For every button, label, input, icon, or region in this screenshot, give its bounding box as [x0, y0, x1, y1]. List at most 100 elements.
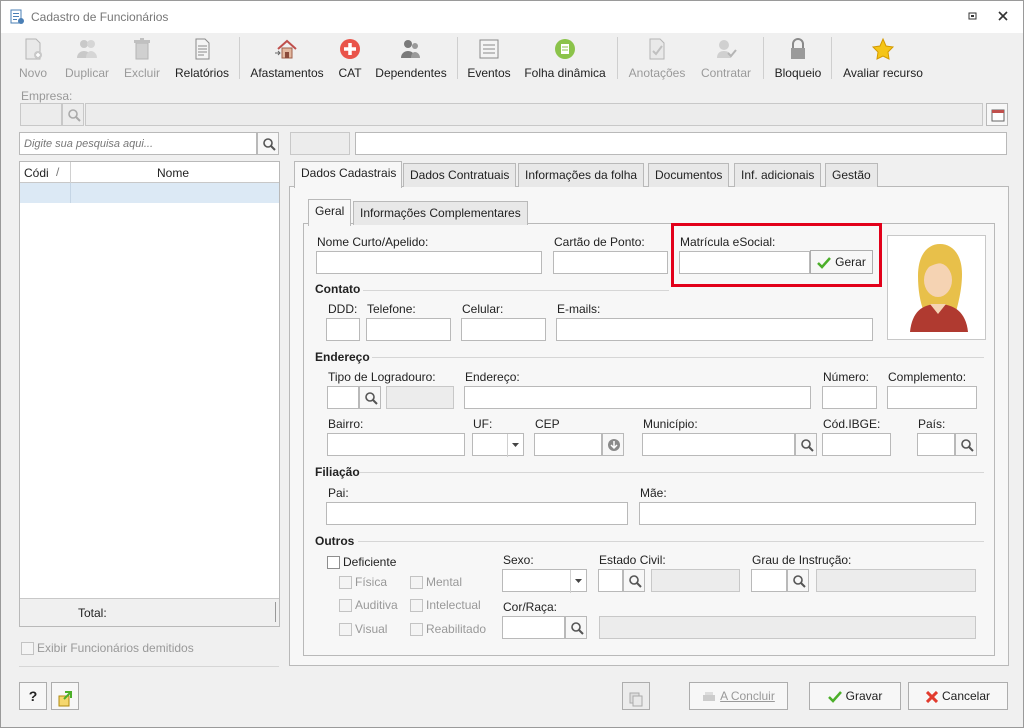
chevron-down-icon[interactable] [507, 434, 523, 457]
window-title: Cadastro de Funcionários [31, 10, 169, 24]
complemento-field[interactable] [887, 386, 977, 409]
notes-icon [649, 38, 665, 60]
mae-label: Mãe: [640, 486, 667, 500]
cor-raca-search-button[interactable] [565, 616, 587, 639]
star-icon [871, 37, 895, 60]
search-input[interactable] [19, 132, 257, 155]
nome-curto-label: Nome Curto/Apelido: [317, 235, 429, 249]
grid-col-codigo[interactable]: Códi [24, 166, 49, 180]
cancelar-button[interactable]: Cancelar [908, 682, 1008, 710]
celular-field[interactable] [461, 318, 546, 341]
duplicar-button[interactable]: Duplicar [61, 35, 113, 81]
tab-inf-adicionais[interactable]: Inf. adicionais [734, 163, 822, 187]
bairro-field[interactable] [327, 433, 465, 456]
numero-field[interactable] [822, 386, 877, 409]
help-button[interactable]: ? [19, 682, 47, 710]
avaliar-recurso-button[interactable]: Avaliar recurso [841, 35, 925, 81]
empresa-search-button[interactable] [62, 103, 84, 126]
restore-button[interactable] [963, 7, 983, 27]
bloqueio-button[interactable]: Bloqueio [771, 35, 825, 81]
search-button[interactable] [257, 132, 279, 155]
ddd-field[interactable] [326, 318, 360, 341]
gravar-button[interactable]: Gravar [809, 682, 901, 710]
tipo-logradouro-search-button[interactable] [359, 386, 381, 409]
sexo-label: Sexo: [503, 553, 534, 567]
tab-informacoes-complementares[interactable]: Informações Complementares [353, 201, 528, 225]
export-button[interactable] [51, 682, 79, 710]
intelectual-checkbox[interactable] [410, 599, 423, 612]
concluir-button[interactable]: A Concluir [689, 682, 788, 710]
tipo-logradouro-code-field[interactable] [327, 386, 359, 409]
cor-raca-desc-field [599, 616, 976, 639]
toolbar-separator [763, 37, 764, 79]
empresa-calendar-button[interactable] [986, 103, 1008, 126]
eventos-button[interactable]: Eventos [465, 35, 513, 81]
fisica-checkbox[interactable] [339, 576, 352, 589]
novo-button[interactable]: Novo [15, 35, 51, 81]
grau-instrucao-code-field[interactable] [751, 569, 787, 592]
reabilitado-checkbox[interactable] [410, 623, 423, 636]
empresa-name-field[interactable] [85, 103, 983, 126]
employee-photo[interactable] [887, 235, 986, 340]
search-icon [801, 439, 814, 452]
tab-informacoes-folha[interactable]: Informações da folha [518, 163, 645, 187]
toolbar-separator [457, 37, 458, 79]
close-button[interactable] [993, 7, 1013, 27]
tab-gestao[interactable]: Gestão [825, 163, 878, 187]
cod-ibge-field[interactable] [822, 433, 891, 456]
telefone-field[interactable] [366, 318, 451, 341]
relatorios-button[interactable]: Relatórios [173, 35, 231, 81]
excluir-button[interactable]: Excluir [121, 35, 163, 81]
grid-col-nome[interactable]: Nome [157, 166, 189, 180]
endereco-field[interactable] [464, 386, 811, 409]
contratar-button[interactable]: Contratar [697, 35, 755, 81]
cartao-ponto-field[interactable] [553, 251, 668, 274]
pai-field[interactable] [326, 502, 628, 525]
auditiva-checkbox[interactable] [339, 599, 352, 612]
grau-instrucao-search-button[interactable] [787, 569, 809, 592]
empresa-code-field[interactable] [20, 103, 62, 126]
cep-field[interactable] [534, 433, 602, 456]
estado-civil-code-field[interactable] [598, 569, 623, 592]
cep-lookup-button[interactable] [602, 433, 624, 456]
record-name-field[interactable] [355, 132, 1007, 155]
estado-civil-search-button[interactable] [623, 569, 645, 592]
search-icon [263, 138, 276, 151]
sexo-select[interactable] [502, 569, 587, 593]
exibir-demitidos-checkbox[interactable] [21, 642, 34, 655]
record-code-field [290, 132, 350, 155]
dependentes-button[interactable]: Dependentes [373, 35, 449, 81]
mental-checkbox[interactable] [410, 576, 423, 589]
nome-curto-field[interactable] [316, 251, 542, 274]
cor-raca-code-field[interactable] [502, 616, 565, 639]
title-bar: Cadastro de Funcionários [1, 1, 1023, 33]
cat-button[interactable]: CAT [335, 35, 365, 81]
emails-field[interactable] [556, 318, 873, 341]
tab-dados-contratuais[interactable]: Dados Contratuais [403, 163, 517, 187]
grid-footer: Total: [20, 598, 279, 626]
tab-documentos[interactable]: Documentos [648, 163, 730, 187]
afastamentos-button[interactable]: Afastamentos [247, 35, 327, 81]
download-icon [608, 439, 620, 451]
report-icon [195, 38, 210, 60]
bairro-label: Bairro: [328, 417, 364, 431]
tab-dados-cadastrais[interactable]: Dados Cadastrais [294, 161, 402, 188]
pais-search-button[interactable] [955, 433, 977, 456]
avatar-icon [910, 244, 968, 332]
pais-field[interactable] [917, 433, 955, 456]
events-list-icon [479, 39, 499, 59]
dependents-icon [401, 40, 420, 58]
folha-dinamica-button[interactable]: Folha dinâmica [521, 35, 609, 81]
copy-button[interactable] [622, 682, 650, 710]
municipio-field[interactable] [642, 433, 795, 456]
uf-select[interactable] [472, 433, 524, 457]
table-row[interactable] [20, 183, 279, 203]
municipio-search-button[interactable] [795, 433, 817, 456]
anotacoes-button[interactable]: Anotações [625, 35, 689, 81]
mae-field[interactable] [639, 502, 976, 525]
deficiente-checkbox[interactable] [327, 556, 340, 569]
auditiva-label: Auditiva [355, 598, 398, 612]
visual-checkbox[interactable] [339, 623, 352, 636]
tab-geral[interactable]: Geral [308, 199, 352, 226]
chevron-down-icon[interactable] [570, 570, 586, 593]
